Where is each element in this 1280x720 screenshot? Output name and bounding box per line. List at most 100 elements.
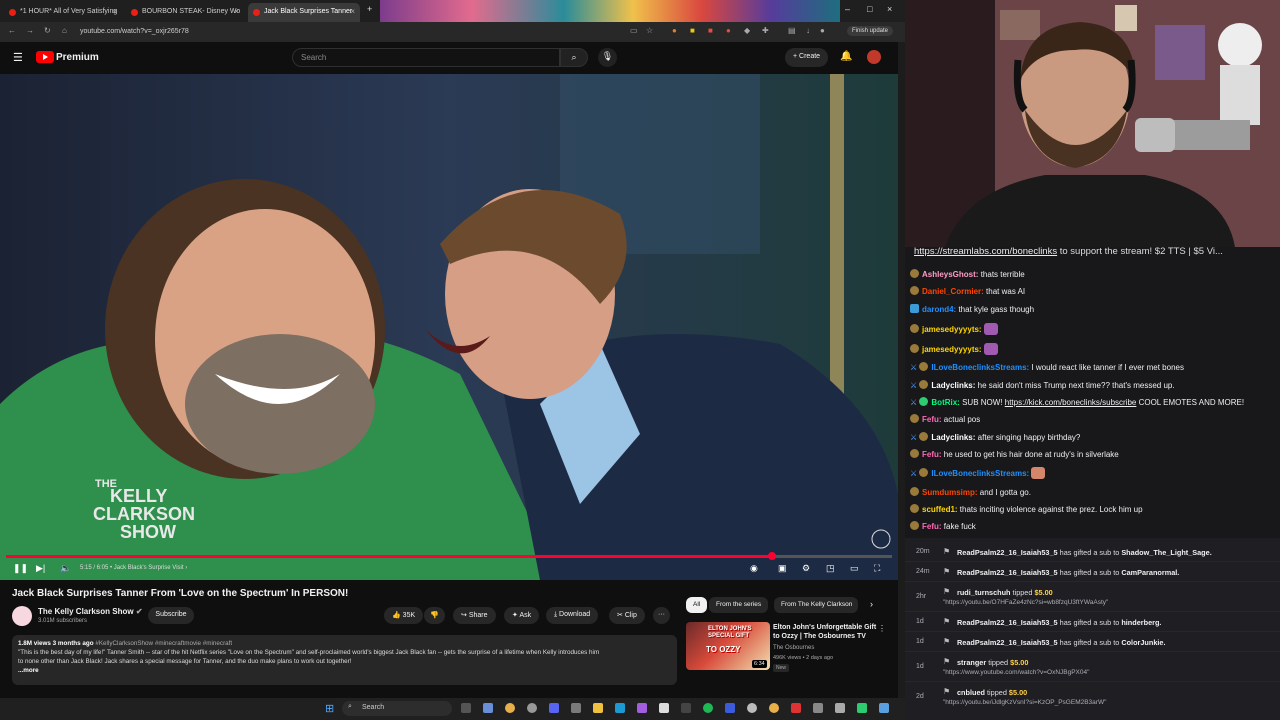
chat-username[interactable]: Sumdumsimp:	[922, 488, 978, 497]
notifications-bell-icon[interactable]: 🔔	[840, 51, 852, 62]
extension-icon[interactable]: ●	[726, 26, 731, 35]
recommendation-title[interactable]: Elton John's Unforgettable Gift to Ozzy …	[773, 623, 878, 641]
chat-username[interactable]: Daniel_Cormier:	[922, 287, 984, 296]
video-player[interactable]: THE KELLY CLARKSON SHOW	[0, 74, 898, 580]
chat-username[interactable]: ILoveBoneclinksStreams:	[931, 469, 1029, 478]
extension-icon[interactable]: ◆	[744, 26, 750, 35]
edge-icon[interactable]	[659, 703, 669, 713]
taskbar-search[interactable]: ⌕ Search	[342, 701, 452, 716]
home-icon[interactable]: ⌂	[62, 26, 67, 35]
pause-icon[interactable]: ❚❚	[13, 563, 28, 574]
miniplayer-icon[interactable]: ◳	[826, 563, 835, 574]
file-explorer-icon[interactable]	[593, 703, 603, 713]
task-view-icon[interactable]	[461, 703, 471, 713]
forward-icon[interactable]: →	[26, 26, 34, 35]
menu-icon[interactable]: ☰	[13, 51, 23, 64]
more-options-icon[interactable]: ⋮	[878, 624, 886, 633]
chat-username[interactable]: Fefu:	[922, 522, 942, 531]
event-link[interactable]: "https://youtu.be/iJdlgKzVsnI?si=KzOP_Ps…	[943, 699, 1106, 706]
hashtags[interactable]: #KellyClarksonShow #minecraftmovie #mine…	[95, 640, 232, 647]
window-close-icon[interactable]: ×	[887, 4, 892, 14]
app-icon[interactable]	[879, 703, 889, 713]
app-icon[interactable]	[791, 703, 801, 713]
chat-username[interactable]: jamesedyyyyts:	[922, 345, 982, 354]
chip-from-channel[interactable]: From The Kelly Clarkson	[774, 597, 858, 613]
new-tab-icon[interactable]: +	[367, 4, 372, 14]
youtube-premium-label[interactable]: Premium	[56, 52, 99, 63]
chat-username[interactable]: Fefu:	[922, 450, 942, 459]
chat-username[interactable]: ILoveBoneclinksStreams:	[931, 363, 1029, 372]
search-input[interactable]: Search	[292, 48, 560, 67]
extension-icon[interactable]: ■	[708, 26, 713, 35]
account-avatar[interactable]	[867, 50, 881, 64]
app-icon[interactable]	[813, 703, 823, 713]
finish-update-button[interactable]: Finish update	[847, 26, 894, 36]
chat-username[interactable]: Ladyclinks:	[931, 433, 975, 442]
recommendation-channel[interactable]: The Osbournes	[773, 645, 814, 651]
chat-username[interactable]: Ladyclinks:	[931, 381, 975, 390]
subscribe-button[interactable]: Subscribe	[148, 607, 194, 624]
chat-username[interactable]: jamesedyyyyts:	[922, 325, 982, 334]
browser-tab[interactable]: BOURBON STEAK- Disney Wo ×	[126, 3, 244, 22]
download-icon[interactable]: ↓	[806, 26, 810, 35]
address-bar[interactable]: youtube.com/watch?v=_oxjr265r78	[80, 25, 620, 39]
extension-icon[interactable]: ●	[672, 26, 677, 35]
streamlabs-link[interactable]: https://streamlabs.com/boneclinks	[914, 246, 1057, 257]
youtube-logo-icon[interactable]	[36, 51, 54, 63]
app-icon[interactable]	[571, 703, 581, 713]
app-icon[interactable]	[725, 703, 735, 713]
close-icon[interactable]: ×	[350, 7, 355, 16]
app-icon[interactable]	[637, 703, 647, 713]
chat-username[interactable]: AshleysGhost:	[922, 270, 978, 279]
reload-icon[interactable]: ↻	[44, 26, 51, 35]
search-icon[interactable]: ⌕	[560, 48, 588, 67]
windows-start-icon[interactable]: ⊞	[325, 702, 334, 715]
extension-icon[interactable]: ■	[690, 26, 695, 35]
bookmark-star-icon[interactable]: ☆	[646, 26, 653, 35]
show-more-link[interactable]: ...more	[18, 666, 671, 675]
spotify-icon[interactable]	[703, 703, 713, 713]
obs-icon[interactable]	[527, 703, 537, 713]
close-icon[interactable]: ×	[112, 7, 117, 16]
chat-username[interactable]: scuffed1:	[922, 505, 958, 514]
app-icon[interactable]	[835, 703, 845, 713]
browser-tab-active[interactable]: Jack Black Surprises Tanner ×	[248, 3, 360, 22]
fullscreen-icon[interactable]: ⛶	[874, 563, 880, 574]
maximize-icon[interactable]: □	[867, 4, 872, 14]
share-button[interactable]: ↪ Share	[453, 607, 496, 624]
chip-all[interactable]: All	[686, 597, 708, 613]
theater-mode-icon[interactable]: ▭	[850, 563, 859, 574]
chat-link[interactable]: https://kick.com/boneclinks/subscribe	[1005, 398, 1137, 407]
extensions-puzzle-icon[interactable]: ✚	[762, 26, 769, 35]
chrome-icon[interactable]	[505, 703, 515, 713]
download-button[interactable]: ⤓ Download	[546, 607, 599, 624]
like-button[interactable]: 👍 35K	[384, 607, 424, 624]
widgets-icon[interactable]	[483, 703, 493, 713]
clip-button[interactable]: ✂ Clip	[609, 607, 645, 624]
more-actions-button[interactable]: ···	[653, 607, 670, 624]
cast-icon[interactable]: ▭	[630, 26, 638, 35]
chrome-icon[interactable]	[769, 703, 779, 713]
event-link[interactable]: "https://youtu.be/O7HFaZe4zNc?si=wb8fzqU…	[943, 599, 1108, 606]
dislike-button[interactable]: 👎	[424, 607, 445, 624]
page-scrollbar[interactable]	[898, 42, 905, 698]
ask-button[interactable]: ✦ Ask	[504, 607, 540, 624]
autoplay-toggle[interactable]: ◉	[750, 563, 758, 574]
chevron-right-icon[interactable]: ›	[870, 599, 873, 609]
microphone-icon[interactable]: 🎙	[598, 48, 617, 67]
captions-icon[interactable]: ▣	[778, 563, 787, 574]
volume-icon[interactable]: 🔈	[60, 563, 71, 574]
discord-icon[interactable]	[549, 703, 559, 713]
channel-avatar[interactable]	[12, 606, 32, 626]
chat-username[interactable]: Fefu:	[922, 415, 942, 424]
video-scrubber-handle[interactable]	[767, 552, 776, 560]
channel-name[interactable]: The Kelly Clarkson Show ✔	[38, 607, 143, 616]
create-button[interactable]: + Create	[785, 48, 829, 67]
close-icon[interactable]: ×	[234, 7, 239, 16]
event-link[interactable]: "https://www.youtube.com/watch?v=OxNJBgP…	[943, 669, 1089, 676]
chip-from-series[interactable]: From the series	[709, 597, 769, 613]
chapter-title[interactable]: Jack Black's Surprise Visit	[114, 565, 184, 571]
settings-gear-icon[interactable]: ⚙	[802, 563, 810, 574]
back-icon[interactable]: ←	[8, 26, 16, 35]
steam-icon[interactable]	[615, 703, 625, 713]
